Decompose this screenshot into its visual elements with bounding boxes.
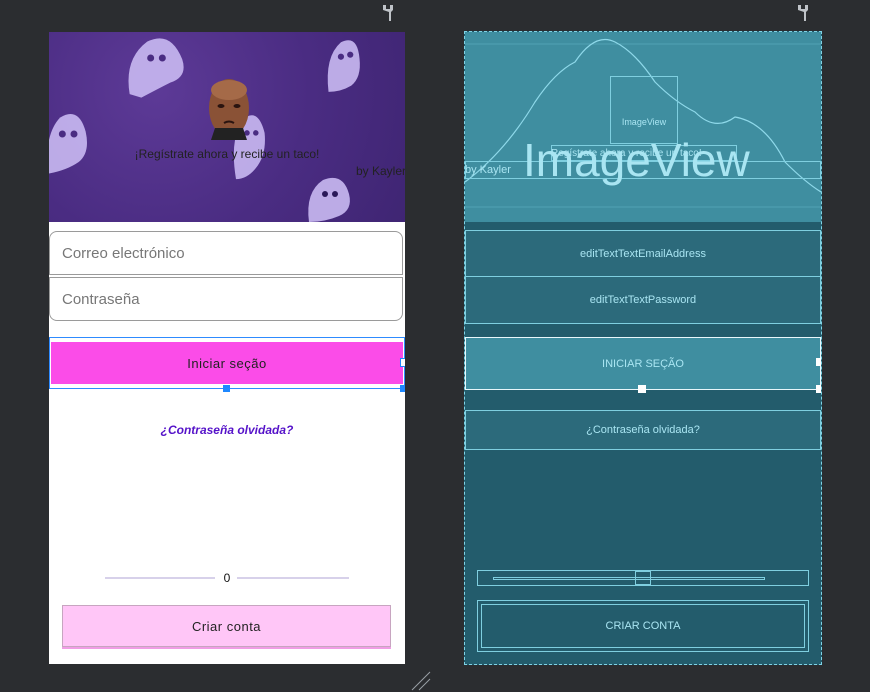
blueprint-imageview-label: ImageView (621, 117, 667, 127)
resize-handle[interactable] (400, 385, 405, 392)
wrench-icon[interactable] (383, 4, 397, 22)
resize-handle[interactable] (816, 385, 821, 393)
resize-handle[interactable] (400, 358, 405, 367)
blueprint-imageview[interactable]: ImageView Regístrate ahora y recibe un t… (465, 32, 821, 222)
byline-text: by Kayler (356, 164, 405, 178)
blueprint-password-label: editTextTextPassword (589, 294, 697, 306)
seekbar-track[interactable] (105, 577, 215, 579)
promo-text: ¡Regístrate ahora y recibe un taco! (134, 147, 320, 161)
blueprint-forgot-label: ¿Contraseña olvidada? (586, 424, 700, 436)
ghost-icon (327, 40, 360, 92)
blueprint-email-label: editTextTextEmailAddress (580, 248, 706, 260)
password-field[interactable]: Contraseña (49, 277, 403, 321)
email-field[interactable]: Correo electrónico (49, 231, 403, 275)
forgot-password-link[interactable]: ¿Contraseña olvidada? (49, 423, 405, 437)
blueprint-seekbar-track[interactable] (493, 577, 765, 580)
wrench-icon[interactable] (798, 4, 812, 22)
blueprint-byline-text: by Kayler (465, 164, 511, 176)
resize-handle[interactable] (638, 385, 646, 393)
resize-handle[interactable] (223, 385, 230, 392)
ghost-icon (128, 38, 184, 98)
seekbar-value: 0 (223, 571, 231, 585)
header-image: ¡Regístrate ahora y recibe un taco! by K… (49, 32, 405, 222)
create-account-button[interactable]: Criar conta (62, 605, 391, 647)
login-button[interactable]: Iniciar seção (51, 342, 403, 384)
blueprint-login-label: INICIAR SEÇÃO (602, 358, 684, 370)
blueprint-create-label: CRIAR CONTA (605, 620, 681, 632)
design-preview: ¡Regístrate ahora y recibe un taco! by K… (49, 32, 405, 664)
resize-handle[interactable] (816, 358, 821, 366)
ghost-icon (308, 177, 350, 222)
blueprint-seekbar-thumb[interactable] (635, 571, 651, 585)
resize-corner-icon[interactable] (410, 670, 432, 692)
profile-photo (209, 79, 249, 140)
blueprint-preview: ImageView Regístrate ahora y recibe un t… (464, 31, 822, 665)
blueprint-imageview-title: ImageView (523, 134, 750, 186)
ghost-icon (49, 114, 87, 174)
seekbar-track[interactable] (237, 577, 349, 579)
